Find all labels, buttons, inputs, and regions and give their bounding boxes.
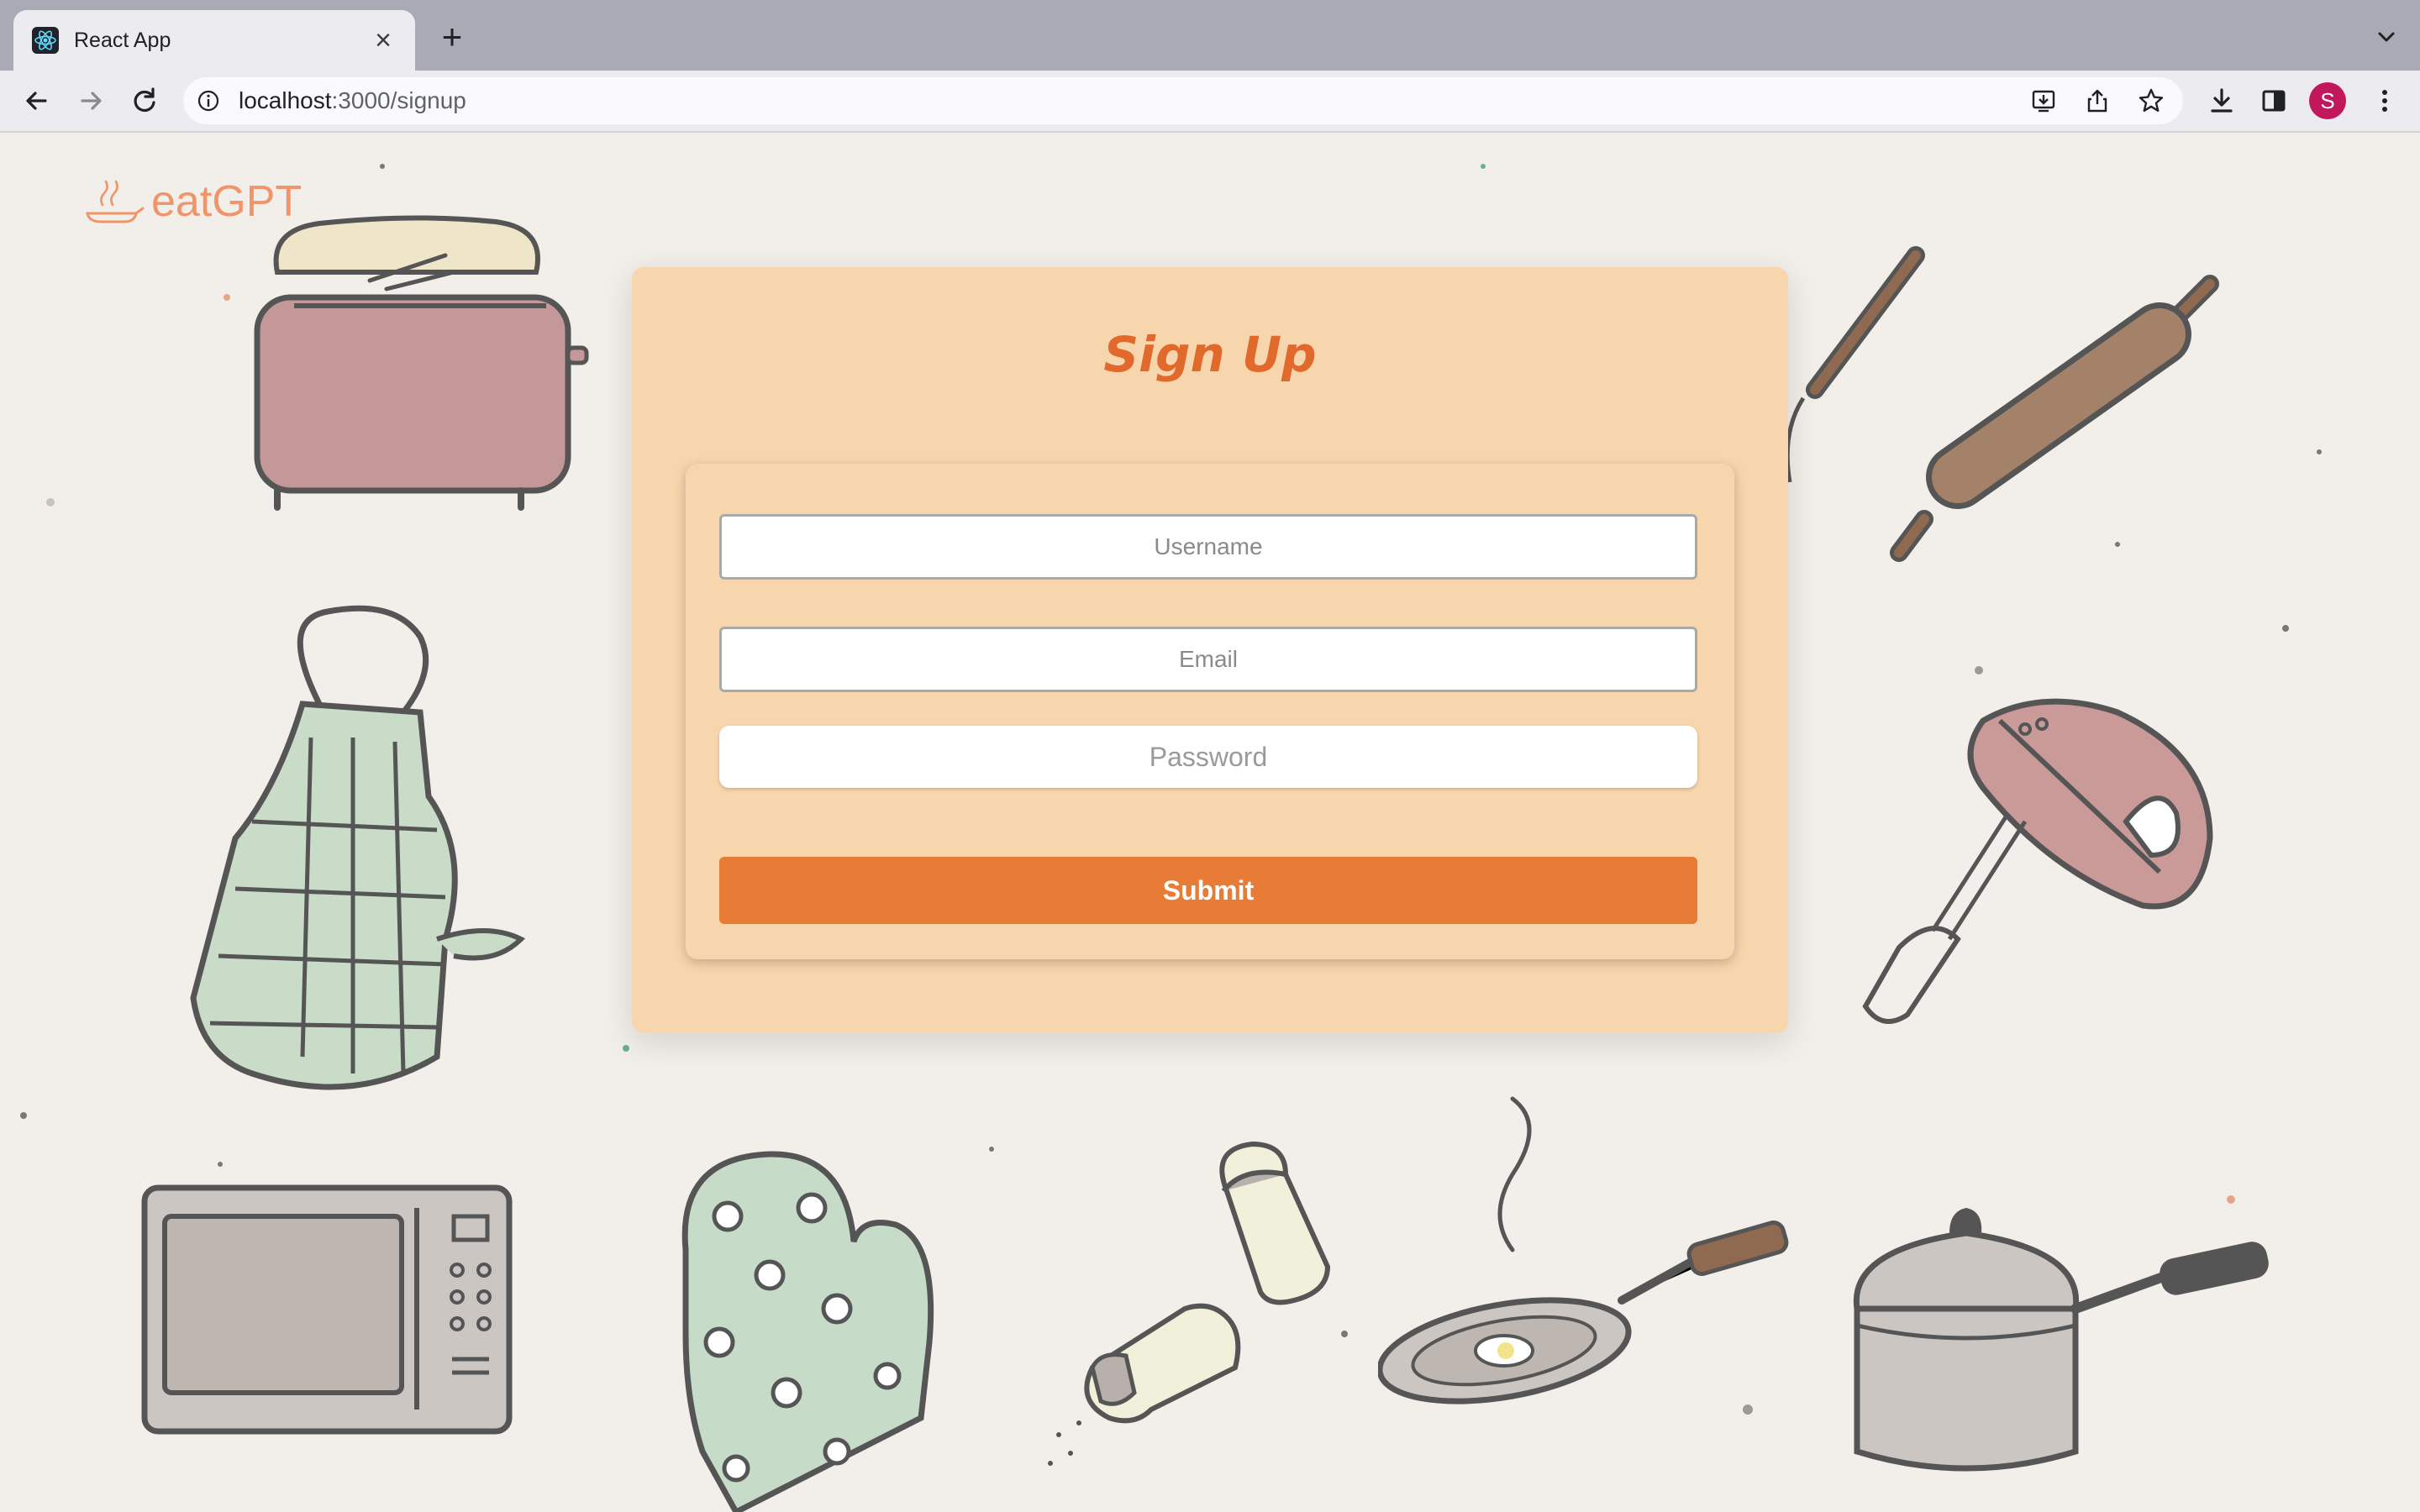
browser-toolbar: localhost:3000/signup S: [0, 71, 2420, 133]
browser-tab-bar: React App × +: [0, 0, 2420, 71]
react-icon: [32, 27, 59, 54]
microwave-illustration: [141, 1184, 513, 1435]
submit-button[interactable]: Submit: [719, 857, 1697, 924]
toaster-illustration: [254, 215, 589, 511]
email-field[interactable]: [719, 627, 1697, 692]
oven-mitt-illustration: [681, 1151, 934, 1512]
chevron-down-icon[interactable]: [2373, 24, 2400, 50]
address-bar[interactable]: localhost:3000/signup: [183, 77, 2183, 124]
more-vert-icon[interactable]: [2368, 84, 2402, 118]
apron-illustration: [190, 605, 526, 1090]
download-icon[interactable]: [2205, 84, 2238, 118]
sidebar-icon[interactable]: [2257, 84, 2291, 118]
star-icon[interactable]: [2138, 87, 2165, 114]
share-icon[interactable]: [2084, 87, 2111, 114]
pan-logo-icon: [86, 180, 145, 223]
salt-shaker-illustration: [1048, 1141, 1331, 1466]
back-arrow-icon[interactable]: [20, 84, 54, 118]
username-field[interactable]: [719, 514, 1697, 580]
profile-avatar[interactable]: S: [2309, 82, 2346, 119]
install-icon[interactable]: [2030, 87, 2057, 114]
info-icon[interactable]: [197, 89, 220, 113]
frying-pan-illustration: [1378, 1096, 1789, 1404]
browser-tab[interactable]: React App ×: [13, 10, 415, 71]
page-title: Sign Up: [1103, 326, 1317, 383]
signup-form: Submit: [686, 464, 1734, 959]
tab-title: React App: [74, 29, 171, 52]
reload-icon[interactable]: [128, 84, 161, 118]
plus-icon[interactable]: +: [435, 19, 469, 55]
saucepan-illustration: [1853, 1208, 2269, 1472]
forward-arrow-icon[interactable]: [74, 84, 108, 118]
password-field[interactable]: [719, 726, 1697, 788]
signup-page: eatGPT Sign Up Username Email Submit: [0, 133, 2420, 1512]
close-icon[interactable]: ×: [366, 24, 400, 57]
hand-mixer-illustration: [1862, 698, 2213, 1024]
url-text: localhost:3000/signup: [239, 87, 466, 113]
signup-card: Sign Up Submit: [632, 267, 1788, 1033]
